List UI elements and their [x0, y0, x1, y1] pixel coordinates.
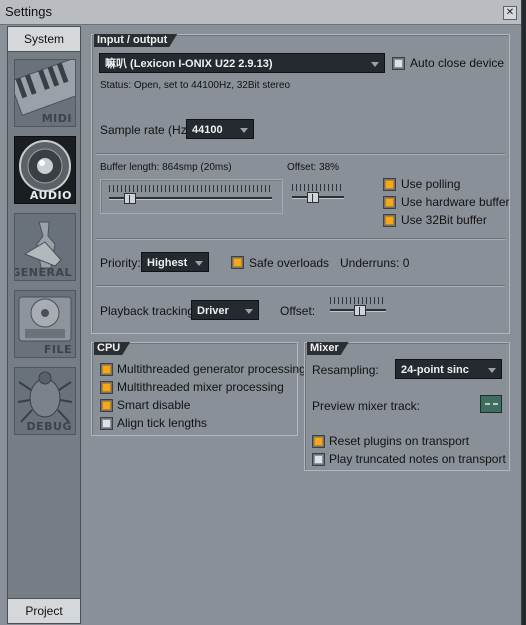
- category-sidebar: System MIDI AUDIO GENERAL FILE DEBUG Pro…: [7, 26, 81, 624]
- category-label: GENERAL: [14, 266, 72, 279]
- playback-tracking-label: Playback tracking:: [100, 304, 198, 318]
- safe-overloads-label: Safe overloads: [249, 256, 330, 270]
- mixer-panel: Mixer Resampling: 24-point sinc Preview …: [304, 342, 510, 471]
- priority-dropdown[interactable]: Highest: [141, 252, 209, 272]
- playback-tracking-dropdown[interactable]: Driver: [191, 300, 259, 320]
- safe-overloads-checkbox[interactable]: [231, 256, 244, 269]
- category-label: MIDI: [41, 112, 72, 125]
- multithreaded-mixer-checkbox[interactable]: [100, 381, 113, 394]
- category-midi[interactable]: MIDI: [14, 59, 76, 127]
- title-bar: Settings ✕: [0, 0, 521, 25]
- auto-close-label: Auto close device: [410, 56, 505, 70]
- resampling-dropdown[interactable]: 24-point sinc: [395, 359, 502, 379]
- category-audio[interactable]: AUDIO: [14, 136, 76, 204]
- slider-ticks: [330, 297, 386, 304]
- offset-label: Offset: 38%: [287, 162, 340, 173]
- sample-rate-dropdown[interactable]: 44100: [186, 119, 254, 139]
- section-heading: CPU: [94, 342, 130, 355]
- chevron-down-icon: [240, 128, 248, 133]
- audio-device-dropdown[interactable]: 嘛叭 (Lexicon I-ONIX U22 2.9.13): [99, 53, 385, 73]
- chevron-down-icon: [245, 309, 253, 314]
- multithreaded-mixer-label: Multithreaded mixer processing: [117, 380, 284, 394]
- buffer-length-label: Buffer length: 864smp (20ms): [100, 162, 232, 173]
- smart-disable-checkbox[interactable]: [100, 399, 113, 412]
- sample-rate-label: Sample rate (Hz):: [100, 123, 195, 137]
- category-label: FILE: [43, 343, 72, 356]
- resampling-label: Resampling:: [312, 363, 379, 377]
- settings-window: Settings ✕ System MIDI AUDIO GENERAL FIL…: [0, 0, 522, 625]
- close-button[interactable]: ✕: [503, 6, 517, 20]
- chevron-down-icon: [371, 62, 379, 67]
- divider: [96, 285, 505, 287]
- resampling-value: 24-point sinc: [401, 364, 469, 376]
- preview-mixer-track-selector[interactable]: [480, 395, 502, 413]
- settings-content: Input / output 嘛叭 (Lexicon I-ONIX U22 2.…: [85, 26, 516, 622]
- preview-mixer-track-label: Preview mixer track:: [312, 399, 421, 413]
- category-label: AUDIO: [29, 189, 72, 202]
- slider-thumb[interactable]: [354, 305, 366, 316]
- divider: [96, 238, 505, 240]
- auto-close-checkbox[interactable]: [392, 57, 405, 70]
- slider-thumb[interactable]: [124, 193, 137, 204]
- reset-plugins-checkbox[interactable]: [312, 435, 325, 448]
- use-32bit-buffer-label: Use 32Bit buffer: [401, 213, 487, 227]
- category-file[interactable]: FILE: [14, 290, 76, 358]
- chevron-down-icon: [488, 368, 496, 373]
- tab-project[interactable]: Project: [8, 598, 80, 623]
- use-polling-checkbox[interactable]: [383, 178, 396, 191]
- input-output-panel: Input / output 嘛叭 (Lexicon I-ONIX U22 2.…: [91, 34, 510, 334]
- divider: [96, 153, 505, 155]
- use-hardware-buffer-checkbox[interactable]: [383, 196, 396, 209]
- tab-system[interactable]: System: [8, 27, 80, 52]
- reset-plugins-label: Reset plugins on transport: [329, 434, 470, 448]
- align-tick-checkbox[interactable]: [100, 417, 113, 430]
- chevron-down-icon: [195, 261, 203, 266]
- multithreaded-generator-label: Multithreaded generator processing: [117, 362, 306, 376]
- playback-offset-slider[interactable]: [326, 293, 390, 323]
- slider-ticks: [292, 184, 344, 191]
- sample-rate-value: 44100: [192, 124, 223, 136]
- dash-icon: [485, 403, 490, 405]
- slider-thumb[interactable]: [307, 192, 320, 203]
- play-truncated-checkbox[interactable]: [312, 453, 325, 466]
- category-general[interactable]: GENERAL: [14, 213, 76, 281]
- playback-offset-label: Offset:: [280, 304, 316, 318]
- dash-icon: [493, 403, 498, 405]
- category-debug[interactable]: DEBUG: [14, 367, 76, 435]
- priority-label: Priority:: [100, 256, 141, 270]
- status-text: Status: Open, set to 44100Hz, 32Bit ster…: [100, 80, 291, 91]
- offset-knob-slider[interactable]: [288, 179, 348, 212]
- background-window-edge: [522, 0, 526, 625]
- play-truncated-label: Play truncated notes on transport: [329, 452, 506, 466]
- smart-disable-label: Smart disable: [117, 398, 191, 412]
- use-hardware-buffer-label: Use hardware buffer: [401, 195, 510, 209]
- window-title: Settings: [5, 4, 52, 19]
- cpu-panel: CPU Multithreaded generator processing M…: [91, 342, 306, 436]
- use-polling-label: Use polling: [401, 177, 461, 191]
- playback-tracking-value: Driver: [197, 305, 229, 317]
- category-label: DEBUG: [26, 420, 72, 433]
- section-heading: Mixer: [307, 342, 349, 355]
- close-icon: ✕: [505, 7, 515, 18]
- multithreaded-generator-checkbox[interactable]: [100, 363, 113, 376]
- use-32bit-buffer-checkbox[interactable]: [383, 214, 396, 227]
- buffer-length-slider[interactable]: [100, 179, 283, 214]
- underruns-readout: Underruns: 0: [340, 256, 410, 270]
- audio-device-value: 嘛叭 (Lexicon I-ONIX U22 2.9.13): [105, 58, 273, 70]
- priority-value: Highest: [147, 257, 188, 269]
- section-heading: Input / output: [94, 34, 177, 47]
- slider-ticks: [109, 185, 272, 192]
- align-tick-label: Align tick lengths: [117, 416, 208, 430]
